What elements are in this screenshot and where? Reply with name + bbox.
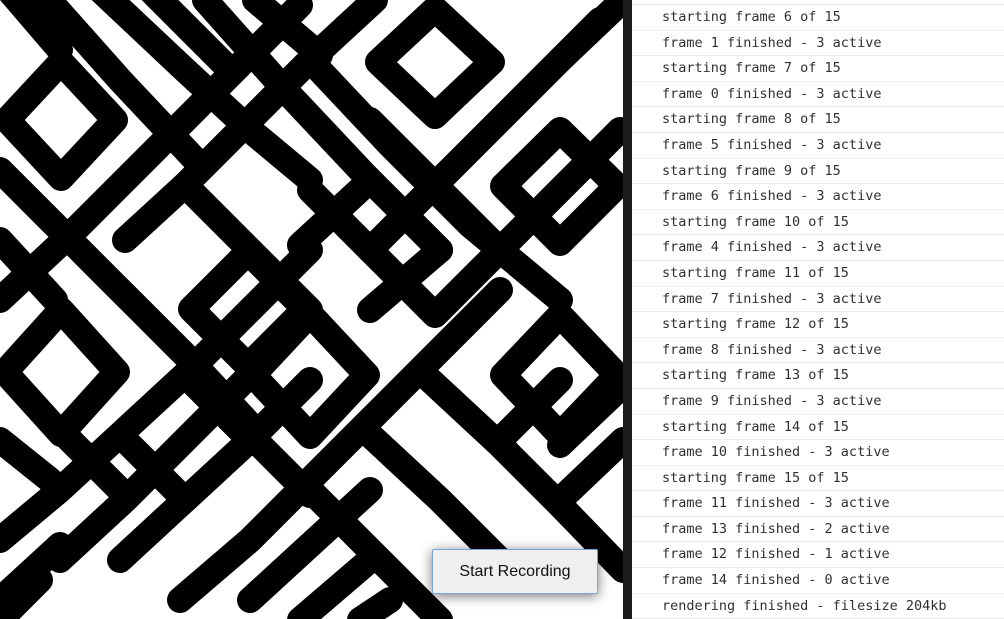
console-log-line: starting frame 12 of 15: [632, 312, 1004, 338]
console-log-line: frame 10 finished - 3 active: [632, 440, 1004, 466]
maze-canvas: [0, 0, 623, 619]
console-log-line: frame 0 finished - 3 active: [632, 82, 1004, 108]
maze-pattern: [0, 0, 623, 619]
console-log-line: frame 1 finished - 3 active: [632, 31, 1004, 57]
console-log-line: frame 13 finished - 2 active: [632, 517, 1004, 543]
console-log-list: starting frame 6 of 15 frame 1 finished -…: [632, 5, 1004, 619]
console-log-line: starting frame 8 of 15: [632, 107, 1004, 133]
console-log-line: starting frame 14 of 15: [632, 415, 1004, 441]
panel-divider: [623, 0, 632, 619]
console-log-line: starting frame 13 of 15: [632, 363, 1004, 389]
console-log-line: starting frame 6 of 15: [632, 5, 1004, 31]
console-log-line: frame 4 finished - 3 active: [632, 235, 1004, 261]
console-log-line: frame 5 finished - 3 active: [632, 133, 1004, 159]
console-log-line: frame 8 finished - 3 active: [632, 338, 1004, 364]
console-log-line: starting frame 10 of 15: [632, 210, 1004, 236]
console-log-line: frame 12 finished - 1 active: [632, 542, 1004, 569]
start-recording-button[interactable]: Start Recording: [432, 549, 598, 594]
console-log-line: starting frame 9 of 15: [632, 159, 1004, 185]
console-log-line: frame 9 finished - 3 active: [632, 389, 1004, 415]
console-log-line: starting frame 15 of 15: [632, 466, 1004, 492]
console-log-line: frame 14 finished - 0 active: [632, 568, 1004, 594]
console-log-line: starting frame 7 of 15: [632, 56, 1004, 82]
console-log-line: frame 7 finished - 3 active: [632, 287, 1004, 313]
console-log-line: starting frame 11 of 15: [632, 261, 1004, 287]
console-log-line: frame 6 finished - 3 active: [632, 184, 1004, 210]
console-log-panel: starting frame 6 of 15 frame 1 finished -…: [632, 0, 1004, 619]
console-log-line: rendering finished - filesize 204kb: [632, 594, 1004, 619]
console-log-line: frame 11 finished - 3 active: [632, 491, 1004, 517]
